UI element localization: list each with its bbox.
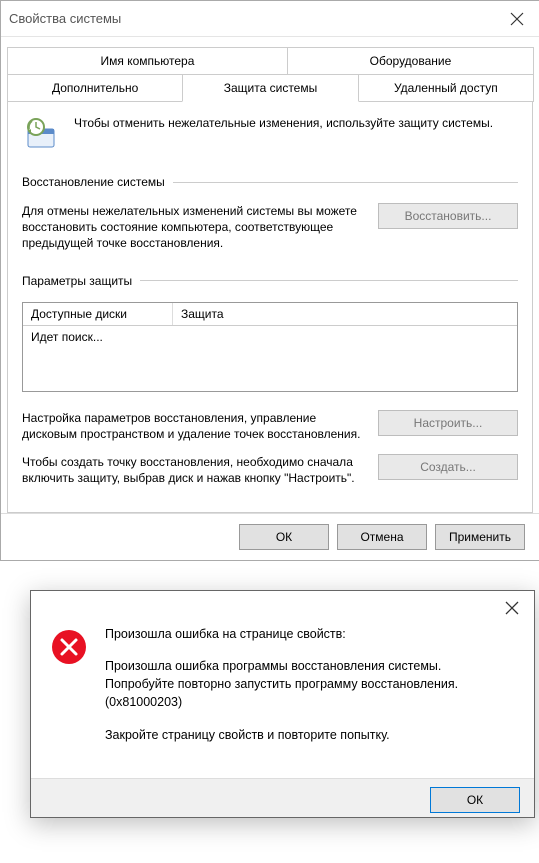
col-drives[interactable]: Доступные диски bbox=[23, 303, 173, 325]
drives-table[interactable]: Доступные диски Защита Идет поиск... bbox=[22, 302, 518, 392]
section-restore-label: Восстановление системы bbox=[22, 175, 165, 189]
col-protection[interactable]: Защита bbox=[173, 303, 517, 325]
window-title: Свойства системы bbox=[9, 11, 121, 26]
error-line-2: Произошла ошибка программы восстановлени… bbox=[105, 657, 514, 711]
error-body: Произошла ошибка на странице свойств: Пр… bbox=[31, 625, 534, 778]
system-protection-icon bbox=[22, 115, 62, 155]
section-settings-header: Параметры защиты bbox=[22, 274, 518, 288]
tab-system-protection[interactable]: Защита системы bbox=[182, 74, 358, 102]
error-close-button[interactable] bbox=[490, 591, 534, 625]
tab-advanced[interactable]: Дополнительно bbox=[7, 74, 183, 102]
titlebar: Свойства системы bbox=[1, 1, 539, 37]
section-restore-header: Восстановление системы bbox=[22, 175, 518, 189]
restore-row: Для отмены нежелательных изменений систе… bbox=[22, 203, 518, 252]
dialog-buttons: ОК Отмена Применить bbox=[1, 513, 539, 560]
table-status-row: Идет поиск... bbox=[31, 330, 509, 344]
tabs-area: Имя компьютера Оборудование Дополнительн… bbox=[1, 37, 539, 513]
ok-button[interactable]: ОК bbox=[239, 524, 329, 550]
table-header: Доступные диски Защита bbox=[23, 303, 517, 326]
tab-row-1: Имя компьютера Оборудование bbox=[7, 47, 533, 74]
section-settings-label: Параметры защиты bbox=[22, 274, 132, 288]
tab-hardware[interactable]: Оборудование bbox=[287, 47, 534, 74]
tab-remote-access[interactable]: Удаленный доступ bbox=[358, 74, 534, 102]
restore-desc: Для отмены нежелательных изменений систе… bbox=[22, 203, 364, 252]
cancel-button[interactable]: Отмена bbox=[337, 524, 427, 550]
intro-row: Чтобы отменить нежелательные изменения, … bbox=[22, 115, 518, 155]
tab-computer-name[interactable]: Имя компьютера bbox=[7, 47, 288, 74]
error-text: Произошла ошибка на странице свойств: Пр… bbox=[105, 625, 514, 758]
close-icon bbox=[505, 601, 519, 615]
configure-row: Настройка параметров восстановления, упр… bbox=[22, 410, 518, 442]
restore-button[interactable]: Восстановить... bbox=[378, 203, 518, 229]
create-row: Чтобы создать точку восстановления, необ… bbox=[22, 454, 518, 486]
tab-row-2: Дополнительно Защита системы Удаленный д… bbox=[7, 74, 533, 102]
error-dialog-buttons: ОК bbox=[31, 778, 534, 817]
create-button[interactable]: Создать... bbox=[378, 454, 518, 480]
apply-button[interactable]: Применить bbox=[435, 524, 525, 550]
close-icon bbox=[510, 12, 524, 26]
error-ok-button[interactable]: ОК bbox=[430, 787, 520, 813]
close-button[interactable] bbox=[495, 1, 539, 37]
error-titlebar bbox=[31, 591, 534, 625]
error-dialog: Произошла ошибка на странице свойств: Пр… bbox=[30, 590, 535, 818]
tab-panel-protection: Чтобы отменить нежелательные изменения, … bbox=[7, 101, 533, 513]
create-desc: Чтобы создать точку восстановления, необ… bbox=[22, 454, 364, 486]
error-line-1: Произошла ошибка на странице свойств: bbox=[105, 625, 514, 643]
error-line-3: Закройте страницу свойств и повторите по… bbox=[105, 726, 514, 744]
configure-desc: Настройка параметров восстановления, упр… bbox=[22, 410, 364, 442]
system-properties-window: Свойства системы Имя компьютера Оборудов… bbox=[0, 0, 539, 561]
table-body: Идет поиск... bbox=[23, 326, 517, 348]
error-icon bbox=[51, 629, 87, 665]
configure-button[interactable]: Настроить... bbox=[378, 410, 518, 436]
intro-text: Чтобы отменить нежелательные изменения, … bbox=[74, 115, 493, 131]
